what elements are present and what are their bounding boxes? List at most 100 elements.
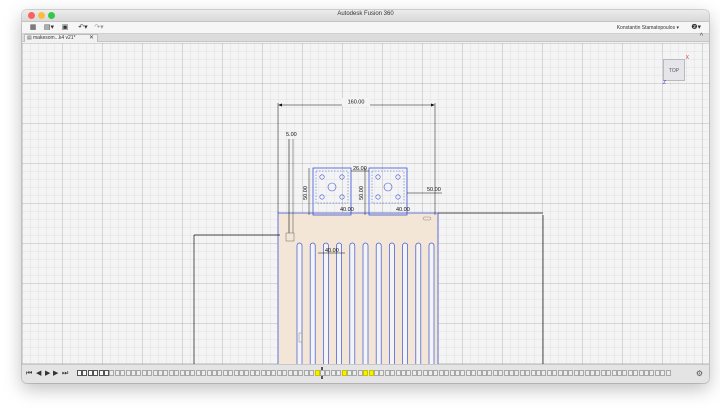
timeline-feature-item[interactable] bbox=[595, 370, 601, 376]
timeline-feature-item[interactable] bbox=[638, 370, 644, 376]
timeline-feature-item[interactable] bbox=[217, 370, 223, 376]
undo-icon[interactable]: ↶▾ bbox=[76, 23, 90, 33]
timeline-feature-item[interactable] bbox=[573, 370, 579, 376]
timeline-settings-gear-icon[interactable]: ⚙ bbox=[696, 369, 703, 378]
timeline-feature-item[interactable] bbox=[530, 370, 536, 376]
timeline-feature-item[interactable] bbox=[293, 370, 298, 376]
timeline-feature-item[interactable] bbox=[644, 370, 649, 376]
mounting-hole[interactable] bbox=[383, 182, 393, 192]
timeline-feature-item[interactable] bbox=[255, 370, 261, 376]
timeline-step-back-button[interactable]: ◀ bbox=[36, 369, 41, 378]
timeline-track[interactable] bbox=[77, 367, 677, 380]
document-tab[interactable]: ▤makesom...k4 v21* ✕ bbox=[24, 34, 98, 42]
timeline-feature-item[interactable] bbox=[406, 370, 412, 376]
timeline-feature-item[interactable] bbox=[163, 370, 169, 376]
timeline-feature-item[interactable] bbox=[519, 370, 525, 376]
redo-icon[interactable]: ↷▾ bbox=[92, 23, 106, 33]
help-icon[interactable]: ❷▾ bbox=[691, 23, 701, 33]
mounting-hole[interactable] bbox=[375, 194, 381, 200]
timeline-feature-item[interactable] bbox=[384, 370, 390, 376]
timeline-feature-item[interactable] bbox=[417, 370, 423, 376]
timeline-feature-item[interactable] bbox=[433, 370, 439, 376]
timeline-feature-item[interactable] bbox=[352, 370, 358, 376]
timeline-feature-item[interactable] bbox=[606, 370, 612, 376]
timeline-feature-item[interactable] bbox=[260, 370, 266, 376]
timeline-feature-item[interactable] bbox=[336, 370, 342, 376]
mounting-hole[interactable] bbox=[327, 182, 337, 192]
timeline-feature-item[interactable] bbox=[244, 370, 250, 376]
timeline-feature-item[interactable] bbox=[347, 370, 352, 376]
timeline-feature-item[interactable] bbox=[330, 370, 336, 376]
user-account-menu[interactable]: Konstantin Stamatopoulos ▾ bbox=[617, 23, 679, 33]
timeline-feature-item[interactable] bbox=[266, 370, 271, 376]
mounting-hole[interactable] bbox=[395, 194, 401, 200]
sketch-drawing[interactable]: 160.00 5.00 50.00 50.00 26.00 50.00 40.0… bbox=[22, 43, 709, 364]
file-menu-icon[interactable]: ▤▾ bbox=[42, 23, 56, 33]
timeline-feature-item[interactable] bbox=[114, 370, 120, 376]
right-offset-label[interactable]: 50.00 bbox=[427, 187, 441, 193]
timeline-feature-item[interactable] bbox=[660, 370, 666, 376]
comb-slot[interactable] bbox=[349, 242, 356, 364]
right-height-label[interactable]: 50.00 bbox=[359, 186, 365, 200]
comb-slot[interactable] bbox=[336, 242, 342, 364]
timeline-feature-item[interactable] bbox=[503, 370, 509, 376]
timeline-feature-item[interactable] bbox=[390, 370, 396, 376]
timeline-feature-item[interactable] bbox=[98, 370, 104, 376]
timeline-feature-item[interactable] bbox=[195, 370, 201, 376]
timeline-feature-item[interactable] bbox=[611, 370, 617, 376]
save-icon[interactable]: ▣ bbox=[60, 23, 70, 33]
timeline-feature-item[interactable] bbox=[541, 370, 547, 376]
timeline-feature-item[interactable] bbox=[325, 370, 331, 376]
right-block-inner[interactable] bbox=[371, 170, 405, 204]
timeline-play-button[interactable]: ▶ bbox=[45, 369, 50, 378]
timeline-feature-item[interactable] bbox=[368, 370, 374, 376]
timeline-go-to-start-button[interactable]: ⏮ bbox=[26, 369, 32, 378]
timeline-feature-item[interactable] bbox=[590, 370, 595, 376]
timeline-feature-item[interactable] bbox=[363, 370, 369, 376]
comb-slot[interactable] bbox=[415, 242, 422, 364]
timeline-feature-item[interactable] bbox=[584, 370, 590, 376]
timeline-feature-item[interactable] bbox=[93, 370, 99, 376]
timeline-feature-item[interactable] bbox=[411, 370, 417, 376]
timeline-feature-item[interactable] bbox=[104, 370, 109, 376]
timeline-feature-item[interactable] bbox=[357, 370, 363, 376]
timeline-feature-item[interactable] bbox=[125, 370, 131, 376]
timeline-feature-item[interactable] bbox=[298, 370, 304, 376]
timeline-feature-item[interactable] bbox=[222, 370, 228, 376]
timeline-feature-item[interactable] bbox=[487, 370, 493, 376]
timeline-feature-item[interactable] bbox=[190, 370, 196, 376]
width-dimension-label[interactable]: 160.00 bbox=[348, 100, 365, 106]
data-panel-grid-icon[interactable]: ▦ bbox=[28, 23, 38, 33]
timeline-feature-item[interactable] bbox=[482, 370, 487, 376]
timeline-feature-item[interactable] bbox=[141, 370, 147, 376]
timeline-feature-item[interactable] bbox=[492, 370, 498, 376]
timeline-feature-item[interactable] bbox=[228, 370, 234, 376]
mounting-hole[interactable] bbox=[339, 194, 345, 200]
timeline-feature-item[interactable] bbox=[168, 370, 174, 376]
timeline-feature-item[interactable] bbox=[654, 370, 660, 376]
timeline-feature-item[interactable] bbox=[498, 370, 504, 376]
timeline-feature-item[interactable] bbox=[546, 370, 552, 376]
timeline-step-forward-button[interactable]: ▶ bbox=[53, 369, 58, 378]
timeline-feature-item[interactable] bbox=[422, 370, 428, 376]
timeline-go-to-end-button[interactable]: ⏭ bbox=[62, 369, 68, 378]
timeline-feature-item[interactable] bbox=[509, 370, 514, 376]
timeline-feature-item[interactable] bbox=[82, 370, 88, 376]
comb-slot[interactable] bbox=[389, 242, 395, 364]
timeline-feature-item[interactable] bbox=[649, 370, 655, 376]
timeline-feature-item[interactable] bbox=[239, 370, 244, 376]
comb-slot[interactable] bbox=[402, 242, 408, 364]
gap-dimension-label[interactable]: 26.00 bbox=[353, 166, 367, 172]
design-canvas[interactable]: 160.00 5.00 50.00 50.00 26.00 50.00 40.0… bbox=[22, 43, 709, 364]
comb-slot[interactable] bbox=[323, 242, 329, 364]
collapse-chevron-icon[interactable]: ^ bbox=[700, 33, 703, 40]
right-block-bottom-label[interactable]: 40.00 bbox=[396, 207, 410, 213]
timeline-feature-item[interactable] bbox=[465, 370, 471, 376]
timeline-feature-item[interactable] bbox=[152, 370, 158, 376]
mounting-hole[interactable] bbox=[339, 174, 345, 180]
timeline-feature-item[interactable] bbox=[374, 370, 379, 376]
timeline-feature-item[interactable] bbox=[131, 370, 136, 376]
mounting-hole[interactable] bbox=[395, 174, 401, 180]
timeline-feature-item[interactable] bbox=[627, 370, 633, 376]
timeline-feature-item[interactable] bbox=[552, 370, 558, 376]
